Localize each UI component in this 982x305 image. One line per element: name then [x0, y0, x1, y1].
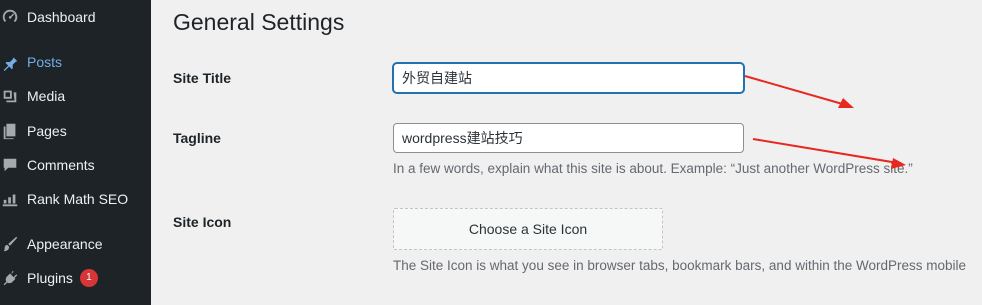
site-title-label: Site Title	[173, 70, 232, 86]
sidebar-item-plugins[interactable]: Plugins 1	[0, 263, 151, 293]
dashboard-icon	[0, 7, 20, 27]
tagline-description: In a few words, explain what this site i…	[393, 161, 913, 176]
sidebar-item-appearance[interactable]: Appearance	[0, 229, 151, 259]
comment-icon	[0, 155, 20, 175]
page-title: General Settings	[173, 9, 345, 35]
media-icon	[0, 86, 20, 106]
settings-panel: General Settings Site Title 外贸自建站 Taglin…	[151, 0, 982, 305]
sidebar-item-rank-math-seo[interactable]: Rank Math SEO	[0, 184, 151, 214]
sidebar-item-label: Plugins	[27, 270, 73, 286]
choose-site-icon-button[interactable]: Choose a Site Icon	[393, 208, 663, 250]
sidebar-item-label: Dashboard	[27, 9, 96, 25]
sidebar-item-pages[interactable]: Pages	[0, 116, 151, 146]
tagline-label: Tagline	[173, 130, 221, 146]
sidebar-item-label: Comments	[27, 157, 95, 173]
sidebar-item-media[interactable]: Media	[0, 81, 151, 111]
sidebar-item-label: Media	[27, 88, 66, 104]
sidebar-item-label: Posts	[27, 54, 63, 70]
update-count-badge: 1	[79, 269, 98, 287]
brush-icon	[0, 234, 20, 254]
tagline-input[interactable]: wordpress建站技巧	[393, 123, 744, 153]
chart-icon	[0, 189, 20, 209]
sidebar-item-comments[interactable]: Comments	[0, 150, 151, 180]
plugin-icon	[0, 268, 20, 288]
site-icon-label: Site Icon	[173, 214, 232, 230]
sidebar-item-posts[interactable]: Posts	[0, 47, 151, 77]
sidebar-item-label: Appearance	[27, 236, 103, 252]
admin-sidebar: Dashboard Posts Media Pages Comments Ran…	[0, 0, 151, 305]
pages-icon	[0, 121, 20, 141]
site-title-value: 外贸自建站	[402, 70, 472, 86]
site-icon-description: The Site Icon is what you see in browser…	[393, 258, 967, 273]
sidebar-item-label: Pages	[27, 123, 67, 139]
tagline-value: wordpress建站技巧	[402, 130, 523, 146]
pin-icon	[0, 52, 20, 72]
site-title-input[interactable]: 外贸自建站	[393, 63, 744, 93]
sidebar-item-label: Rank Math SEO	[27, 191, 129, 207]
sidebar-item-dashboard[interactable]: Dashboard	[0, 2, 151, 32]
